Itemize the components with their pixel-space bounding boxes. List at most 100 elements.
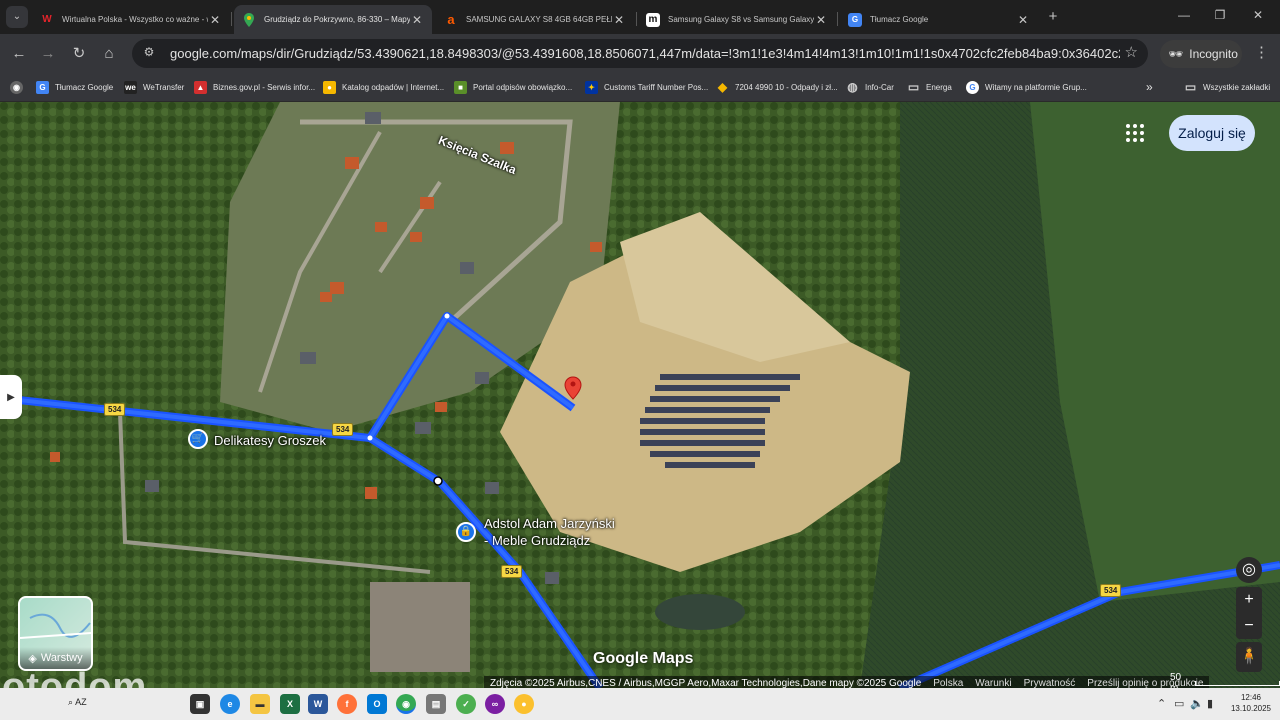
tab-google-maps[interactable]: Grudziądz do Pokrzywno, 86-330 – Mapy ✕ <box>234 5 432 34</box>
excel-icon[interactable]: X <box>280 694 300 714</box>
wp-logo-icon: W <box>42 14 52 25</box>
google-maps-logo: Google Maps <box>593 650 694 667</box>
app-icon[interactable]: ✓ <box>456 694 476 714</box>
bookmark-apps-icon[interactable]: ◉ <box>10 78 29 96</box>
emblem-icon: ▲ <box>194 80 207 94</box>
home-icon[interactable]: ⌂ <box>98 43 120 65</box>
country-link[interactable]: Polska <box>927 678 969 689</box>
all-bookmarks-button[interactable]: ▭ Wszystkie zakładki <box>1184 78 1270 96</box>
tab-wirtualna-polska[interactable]: W Wirtualna Polska - Wszystko co ważne -… <box>32 5 230 34</box>
taskbar-clock[interactable]: 12:46 13.10.2025 <box>1226 692 1276 714</box>
task-view-icon[interactable]: ▣ <box>190 694 210 714</box>
globe-icon: ◍ <box>847 80 858 94</box>
diamond-icon: ◆ <box>717 80 728 94</box>
folder-icon: ▭ <box>907 80 920 94</box>
tab-allegro[interactable]: a SAMSUNG GALAXY S8 4GB 64GB PEŁNY ✕ <box>436 5 634 34</box>
tab-mgsm[interactable]: m Samsung Galaxy S8 vs Samsung Galaxy A5… <box>638 5 836 34</box>
windows-taskbar: ⌕ AZ ▣ e ▬ X W f O ◉ ▤ ✓ ∞ ● ⌃ ▭ 🔈 ▮ 12:… <box>0 688 1280 720</box>
tray-chevron-icon[interactable]: ⌃ <box>1157 697 1166 710</box>
katalog-icon: ● <box>323 80 336 94</box>
tab-divider <box>837 12 838 26</box>
road-shield: 534 <box>501 565 523 578</box>
firefox-icon[interactable]: f <box>337 694 357 714</box>
tab-strip: ⌄ W Wirtualna Polska - Wszystko co ważne… <box>0 0 1280 34</box>
close-icon[interactable]: ✕ <box>208 13 222 27</box>
google-icon: G <box>966 80 979 94</box>
tab-title: SAMSUNG GALAXY S8 4GB 64GB PEŁNY <box>466 15 612 24</box>
lock-icon[interactable]: 🔒 <box>456 522 476 542</box>
zoom-in-button[interactable]: + <box>1236 587 1262 613</box>
close-icon[interactable]: ✕ <box>814 13 828 27</box>
eu-flag-icon: ✦ <box>585 80 598 94</box>
side-panel-toggle[interactable]: ▶ <box>0 375 22 419</box>
outlook-icon[interactable]: O <box>367 694 387 714</box>
app-icon[interactable]: ▤ <box>426 694 446 714</box>
url-text[interactable]: google.com/maps/dir/Grudziądz/53.4390621… <box>170 46 1120 61</box>
minimize-icon[interactable]: — <box>1174 8 1194 22</box>
address-bar[interactable]: ⚙ google.com/maps/dir/Grudziądz/53.43906… <box>132 39 1148 68</box>
clock-date: 13.10.2025 <box>1230 704 1272 713</box>
satellite-map[interactable]: Księcia Szalka 534 534 534 534 🛒 Delikat… <box>0 102 1280 688</box>
new-tab-button[interactable]: + <box>1042 6 1064 28</box>
road-shield: 534 <box>332 423 354 436</box>
bookmarks-overflow-icon[interactable]: » <box>1146 78 1153 96</box>
privacy-link[interactable]: Prywatność <box>1018 678 1082 689</box>
file-explorer-icon[interactable]: ▬ <box>250 694 270 714</box>
zoom-out-button[interactable]: − <box>1236 613 1262 639</box>
back-icon[interactable]: ← <box>8 43 30 65</box>
attribution-text: Zdjęcia ©2025 Airbus,CNES / Airbus,MGGP … <box>490 677 922 689</box>
bookmark-item[interactable]: G Witamy na platformie Grup... <box>966 78 1087 96</box>
tab-title: Grudziądz do Pokrzywno, 86-330 – Mapy <box>264 15 410 24</box>
tab-google-translate[interactable]: G Tłumacz Google ✕ <box>840 5 1038 34</box>
site-info-icon[interactable]: ⚙ <box>140 45 158 63</box>
close-icon[interactable]: ✕ <box>1016 13 1030 27</box>
mgsm-icon: m <box>646 12 660 27</box>
bookmark-item[interactable]: ◆ 7204 4990 10 - Odpady i zł... <box>716 78 838 96</box>
sign-in-button[interactable]: Zaloguj się <box>1169 115 1255 151</box>
bookmark-item[interactable]: ▲ Biznes.gov.pl - Serwis infor... <box>194 78 315 96</box>
browser-toolbar: ← → ↻ ⌂ ⚙ google.com/maps/dir/Grudziądz/… <box>0 34 1280 72</box>
google-apps-icon[interactable] <box>1126 124 1146 144</box>
taskbar-search[interactable]: ⌕ AZ <box>68 697 87 708</box>
bookmark-item[interactable]: G Tłumacz Google <box>36 78 113 96</box>
poi-label[interactable]: - Meble Grudziądz <box>484 533 590 548</box>
app-icon[interactable]: ∞ <box>485 694 505 714</box>
restore-icon[interactable]: ❐ <box>1210 8 1230 22</box>
bookmark-item[interactable]: ■ Portal odpisów obowiązko... <box>454 78 572 96</box>
my-location-button[interactable]: ◎ <box>1236 557 1262 583</box>
bookmark-item[interactable]: ● Katalog odpadów | Internet... <box>323 78 444 96</box>
window-close-icon[interactable]: ✕ <box>1248 8 1268 22</box>
bookmarks-bar: ◉ G Tłumacz Google we WeTransfer ▲ Biznes.g… <box>0 72 1280 102</box>
folder-icon: ▭ <box>1184 80 1197 94</box>
edge-icon[interactable]: e <box>220 694 240 714</box>
road-shield: 534 <box>1100 584 1122 597</box>
close-icon[interactable]: ✕ <box>612 13 626 27</box>
close-icon[interactable]: ✕ <box>410 13 424 27</box>
bookmark-item[interactable]: ◍ Info-Car <box>846 78 894 96</box>
terms-link[interactable]: Warunki <box>969 678 1017 689</box>
bookmark-item[interactable]: ✦ Customs Tariff Number Pos... <box>585 78 708 96</box>
bookmark-item[interactable]: we WeTransfer <box>124 78 184 96</box>
incognito-badge[interactable]: 🕶 Incognito <box>1160 40 1242 68</box>
tab-search-button[interactable]: ⌄ <box>6 6 28 28</box>
battery-icon[interactable]: ▮ <box>1207 697 1213 710</box>
volume-icon[interactable]: 🔈 <box>1190 697 1204 710</box>
bookmark-star-icon[interactable]: ☆ <box>1125 43 1138 61</box>
pegman-icon[interactable]: 🧍 <box>1236 642 1262 672</box>
word-icon[interactable]: W <box>308 694 328 714</box>
poi-label[interactable]: Delikatesy Groszek <box>214 433 326 448</box>
network-icon[interactable]: ▭ <box>1174 697 1184 710</box>
forward-icon[interactable]: → <box>37 43 59 65</box>
layers-button[interactable]: ◈ Warstwy <box>18 596 93 671</box>
shopping-cart-icon[interactable]: 🛒 <box>188 429 208 449</box>
search-icon: ⌕ <box>68 697 74 707</box>
reload-icon[interactable]: ↻ <box>68 43 90 65</box>
chrome-icon[interactable]: ◉ <box>396 694 416 714</box>
scale-ruler <box>1194 680 1280 686</box>
tab-title: Samsung Galaxy S8 vs Samsung Galaxy A5 <box>668 15 814 24</box>
satellite-imagery <box>0 102 1280 688</box>
menu-icon[interactable]: ⋮ <box>1254 43 1269 61</box>
app-icon[interactable]: ● <box>514 694 534 714</box>
poi-label[interactable]: Adstol Adam Jarzyński <box>484 516 615 531</box>
bookmark-item[interactable]: ▭ Energa <box>907 78 952 96</box>
